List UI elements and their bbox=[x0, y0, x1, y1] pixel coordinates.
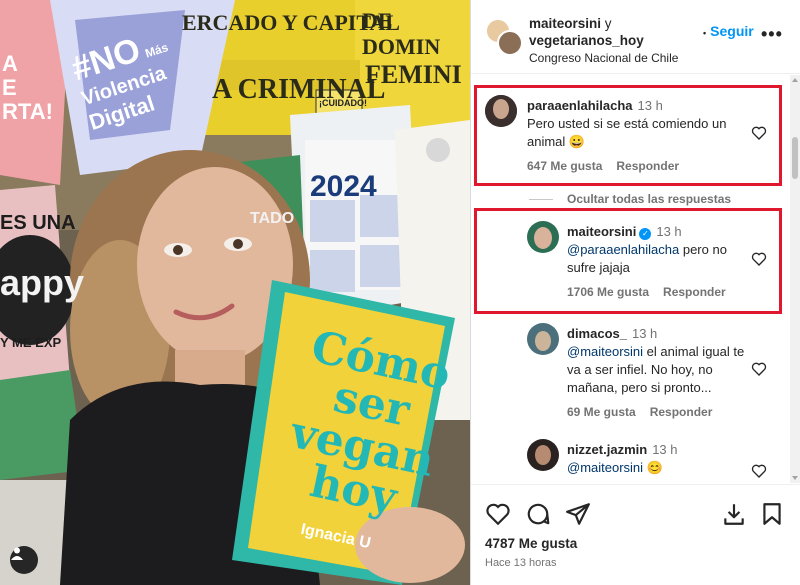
poster-mas-text: Más bbox=[143, 40, 170, 61]
comment-likes[interactable]: 69 Me gusta bbox=[567, 405, 636, 419]
comment-header: nizzet.jazmin 13 h bbox=[567, 441, 678, 459]
cuidado-sign-text: ¡CUIDADO! bbox=[319, 98, 367, 108]
follow-label: Seguir bbox=[710, 23, 754, 39]
scroll-up-arrow[interactable] bbox=[792, 78, 798, 82]
comment-avatar[interactable] bbox=[527, 439, 559, 471]
collab-avatars[interactable] bbox=[485, 18, 525, 58]
left-pink-line-1: A bbox=[2, 51, 18, 76]
hide-replies-label: Ocultar todas las respuestas bbox=[567, 192, 732, 206]
header-location[interactable]: Congreso Nacional de Chile bbox=[529, 51, 678, 65]
banner-mid-right-text: FEMINI bbox=[365, 60, 462, 89]
comment-time[interactable]: 13 h bbox=[632, 326, 657, 341]
reply-item: dimacos_ 13 h @maiteorsini el animal igua… bbox=[527, 323, 777, 423]
header-conj: y bbox=[604, 16, 612, 31]
avatar-maiteorsini[interactable] bbox=[497, 30, 523, 56]
post-header: maiteorsini y vegetarianos_hoy Congreso … bbox=[471, 0, 800, 74]
left-dark-poster-expr: Y ME EXP bbox=[0, 335, 62, 350]
post-actions: 4787 Me gusta Hace 13 horas bbox=[471, 484, 800, 585]
green-poster-text: TADO bbox=[250, 210, 295, 227]
left-dark-poster-appy: appy bbox=[0, 262, 85, 303]
left-pink-line-3: RTA! bbox=[2, 99, 53, 124]
comment-header: dimacos_ 13 h bbox=[567, 325, 657, 343]
reply-button[interactable]: Responder bbox=[650, 405, 713, 419]
scroll-down-arrow[interactable] bbox=[792, 476, 798, 480]
follow-button[interactable]: • Seguir bbox=[703, 23, 754, 39]
user-icon bbox=[11, 547, 23, 560]
post-timestamp[interactable]: Hace 13 horas bbox=[485, 557, 557, 569]
more-options-button[interactable]: ••• bbox=[761, 24, 783, 45]
comment-meta: 69 Me gusta Responder bbox=[567, 405, 726, 419]
highlight-box bbox=[474, 208, 782, 314]
header-user-1[interactable]: maiteorsini bbox=[529, 16, 601, 31]
tagged-user-button[interactable] bbox=[10, 546, 38, 574]
post-photo[interactable]: #NO Más Violencia Digital ERCADO Y CAPIT… bbox=[0, 0, 470, 585]
divider-line bbox=[529, 199, 553, 201]
header-user-2[interactable]: vegetarianos_hoy bbox=[529, 33, 644, 48]
left-pink-poster-text: A E RTA! bbox=[2, 52, 53, 124]
comment-bubble-icon[interactable] bbox=[525, 501, 551, 527]
heart-icon[interactable] bbox=[751, 463, 767, 479]
comments-list[interactable]: paraaenlahilacha 13 h Pero usted si se es… bbox=[471, 75, 800, 483]
heart-icon[interactable] bbox=[751, 361, 767, 377]
comment-text: @maiteorsini 😊 bbox=[567, 459, 747, 477]
like-heart-icon[interactable] bbox=[485, 501, 511, 527]
comment-avatar[interactable] bbox=[527, 323, 559, 355]
comment-username[interactable]: nizzet.jazmin bbox=[567, 442, 647, 457]
save-bookmark-icon[interactable] bbox=[759, 501, 785, 527]
reply-item: nizzet.jazmin 13 h @maiteorsini 😊 bbox=[527, 439, 777, 483]
share-send-icon[interactable] bbox=[565, 501, 591, 527]
banner-top-right-text: DE DOMIN bbox=[362, 8, 441, 59]
mention-link[interactable]: @maiteorsini bbox=[567, 344, 643, 359]
header-usernames: maiteorsini y vegetarianos_hoy bbox=[529, 15, 704, 49]
calendar-year-text: 2024 bbox=[310, 170, 377, 203]
post-like-count[interactable]: 4787 Me gusta bbox=[485, 536, 577, 551]
left-dark-poster-es-una: ES UNA bbox=[0, 212, 76, 234]
left-pink-line-2: E bbox=[2, 75, 17, 100]
scrollbar-thumb[interactable] bbox=[792, 137, 798, 179]
mention-link[interactable]: @maiteorsini bbox=[567, 460, 643, 475]
avatar-image bbox=[527, 323, 559, 355]
highlight-box bbox=[474, 85, 782, 186]
comments-scrollbar[interactable] bbox=[790, 75, 800, 483]
hide-replies-button[interactable]: Ocultar todas las respuestas bbox=[529, 192, 731, 206]
comment-body: 😊 bbox=[643, 460, 663, 475]
comment-time[interactable]: 13 h bbox=[652, 442, 677, 457]
separator-dot: • bbox=[703, 28, 707, 38]
download-icon[interactable] bbox=[721, 501, 747, 527]
comment-username[interactable]: dimacos_ bbox=[567, 326, 627, 341]
comment-text: @maiteorsini el animal igual te va a ser… bbox=[567, 343, 749, 397]
avatar-image bbox=[527, 439, 559, 471]
post-side-panel: maiteorsini y vegetarianos_hoy Congreso … bbox=[470, 0, 800, 585]
